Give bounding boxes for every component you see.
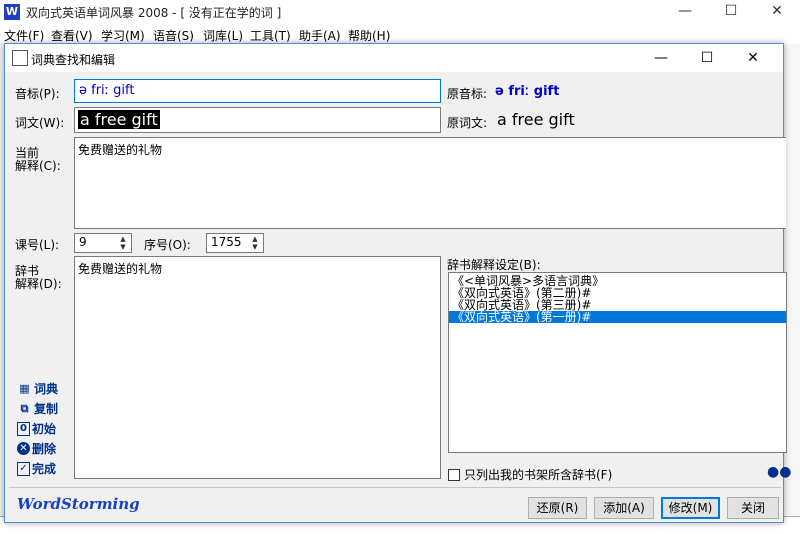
lesson-down-icon[interactable]: ▼ bbox=[116, 243, 130, 251]
orig-word-value: a free gift bbox=[497, 110, 575, 129]
orig-phonetic-label: 原音标: bbox=[447, 87, 488, 101]
menu-view[interactable]: 查看(V) bbox=[51, 27, 93, 44]
dialog-maximize-button[interactable]: ☐ bbox=[684, 46, 730, 70]
menu-assistant[interactable]: 助手(A) bbox=[299, 27, 341, 44]
dict-setting-label: 辞书解释设定(B): bbox=[447, 258, 541, 272]
only-my-shelf-checkbox[interactable]: 只列出我的书架所含辞书(F) bbox=[448, 466, 612, 483]
main-titlebar: W 双向式英语单词风暴 2008 - [ 没有正在学的词 ] — ☐ ✕ bbox=[0, 0, 800, 24]
close-dialog-button[interactable]: 关闭 bbox=[727, 497, 779, 519]
lesson-label: 课号(L): bbox=[15, 238, 60, 252]
separator bbox=[9, 487, 781, 488]
word-input[interactable]: a free gift bbox=[74, 107, 441, 133]
add-button[interactable]: 添加(A) bbox=[594, 497, 654, 519]
menu-tools[interactable]: 工具(T) bbox=[250, 27, 291, 44]
copy-icon: ⧉ bbox=[20, 402, 29, 415]
side-button-dictionary[interactable]: ▦ 词典 bbox=[17, 380, 58, 397]
binoculars-icon[interactable]: ●● bbox=[767, 464, 791, 480]
side-button-done[interactable]: ✓ 完成 bbox=[17, 460, 56, 477]
dialog-close-button[interactable]: ✕ bbox=[730, 46, 776, 70]
notepad-icon bbox=[12, 50, 28, 66]
dict-setting-listbox[interactable]: 《<单词风暴>多语言词典》 《双向式英语》(第二册)# 《双向式英语》(第三册)… bbox=[448, 272, 787, 453]
phonetic-value: ə friː gift bbox=[79, 83, 135, 98]
seq-label: 序号(O): bbox=[144, 238, 191, 252]
list-item-selected[interactable]: 《双向式英语》(第一册)# bbox=[449, 311, 786, 323]
brand-logo: WordStorming bbox=[17, 495, 140, 513]
dict-def-textarea[interactable]: 免费赠送的礼物 bbox=[74, 256, 441, 479]
menu-study[interactable]: 学习(M) bbox=[101, 27, 145, 44]
phonetic-label: 音标(P): bbox=[15, 87, 60, 101]
side-button-reset[interactable]: 0 初始 bbox=[17, 420, 56, 437]
dictionary-edit-dialog: 词典查找和编辑 — ☐ ✕ 音标(P): ə friː gift 原音标: ə … bbox=[4, 43, 791, 523]
dialog-title: 词典查找和编辑 bbox=[31, 53, 116, 67]
menu-file[interactable]: 文件(F) bbox=[4, 27, 44, 44]
dialog-titlebar: 词典查找和编辑 — ☐ ✕ bbox=[5, 44, 783, 72]
reset-icon: 0 bbox=[17, 421, 30, 436]
maximize-button[interactable]: ☐ bbox=[708, 0, 754, 24]
delete-icon: ✕ bbox=[17, 442, 30, 455]
menu-help[interactable]: 帮助(H) bbox=[348, 27, 390, 44]
dict-def-label-line2: 解释(D): bbox=[15, 277, 62, 291]
side-button-label: 完成 bbox=[32, 462, 57, 476]
seq-value: 1755 bbox=[211, 235, 242, 249]
side-button-label: 删除 bbox=[32, 442, 57, 456]
side-button-label: 复制 bbox=[34, 402, 59, 416]
orig-word-label: 原词文: bbox=[447, 116, 488, 130]
dialog-minimize-button[interactable]: — bbox=[638, 46, 684, 70]
seq-down-icon[interactable]: ▼ bbox=[248, 243, 262, 251]
dictionary-icon: ▦ bbox=[19, 382, 30, 395]
minimize-button[interactable]: — bbox=[662, 0, 708, 24]
done-icon: ✓ bbox=[17, 461, 30, 476]
seq-spinner[interactable]: 1755 ▲ ▼ bbox=[206, 233, 264, 253]
current-def-label-line2: 解释(C): bbox=[15, 159, 61, 173]
side-button-label: 词典 bbox=[34, 382, 59, 396]
menu-voice[interactable]: 语音(S) bbox=[153, 27, 194, 44]
orig-phonetic-value: ə friː gift bbox=[495, 84, 560, 99]
checkbox-box[interactable] bbox=[448, 468, 460, 481]
menu-library[interactable]: 词库(L) bbox=[203, 27, 243, 44]
modify-button[interactable]: 修改(M) bbox=[661, 497, 720, 519]
current-def-value: 免费赠送的礼物 bbox=[78, 143, 163, 157]
lesson-up-icon[interactable]: ▲ bbox=[116, 235, 130, 243]
current-def-textarea[interactable]: 免费赠送的礼物 bbox=[74, 137, 786, 229]
checkbox-label: 只列出我的书架所含辞书(F) bbox=[464, 468, 613, 482]
lesson-spinner[interactable]: 9 ▲ ▼ bbox=[74, 233, 132, 253]
restore-button[interactable]: 还原(R) bbox=[528, 497, 587, 519]
side-button-delete[interactable]: ✕ 删除 bbox=[17, 440, 56, 457]
dict-def-value: 免费赠送的礼物 bbox=[78, 262, 163, 276]
main-window-title: 双向式英语单词风暴 2008 - [ 没有正在学的词 ] bbox=[26, 6, 282, 20]
side-button-copy[interactable]: ⧉ 复制 bbox=[17, 400, 58, 417]
word-value: a free gift bbox=[78, 110, 160, 129]
lesson-value: 9 bbox=[79, 235, 87, 249]
app-icon: W bbox=[4, 4, 20, 20]
main-menubar: 文件(F) 查看(V) 学习(M) 语音(S) 词库(L) 工具(T) 助手(A… bbox=[0, 24, 800, 44]
close-button[interactable]: ✕ bbox=[754, 0, 800, 24]
phonetic-input[interactable]: ə friː gift bbox=[74, 79, 441, 103]
side-button-label: 初始 bbox=[32, 422, 57, 436]
word-label: 词文(W): bbox=[15, 116, 65, 130]
seq-up-icon[interactable]: ▲ bbox=[248, 235, 262, 243]
